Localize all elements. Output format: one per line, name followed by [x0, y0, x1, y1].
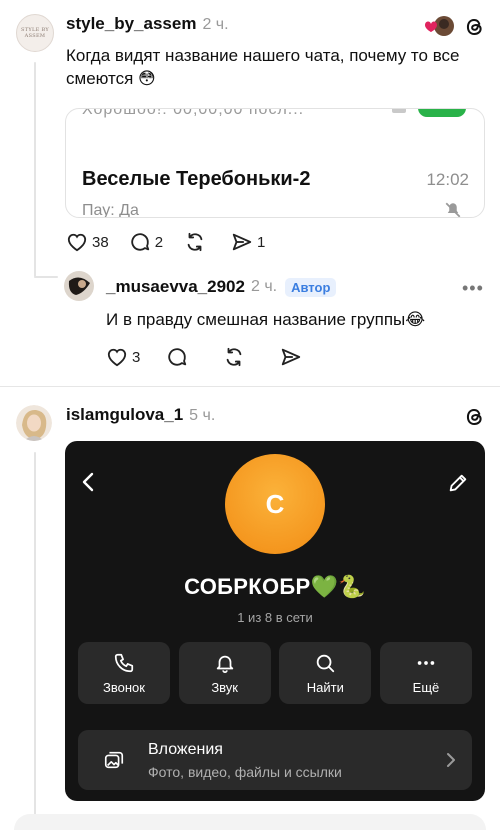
post-time: 5 ч.	[189, 407, 216, 424]
faded-text: Хорошоо!: 00,00,00 посл...	[82, 108, 305, 118]
phone-icon	[114, 653, 134, 672]
attachments-title: Вложения	[148, 741, 223, 758]
group-avatar: С	[225, 454, 325, 554]
group-name: СОБРКОБР💚🐍	[184, 574, 366, 599]
reply-header: _musaevva_2902 2 ч. Автор	[106, 277, 337, 297]
attachments-row: Вложения Фото, видео, файлы и ссылки	[78, 730, 472, 790]
like-count: 3	[132, 348, 141, 366]
share-count: 1	[257, 233, 266, 251]
repost-button[interactable]	[183, 231, 211, 253]
more-options-button[interactable]: •••	[462, 278, 484, 299]
reply-actions: 3	[106, 346, 326, 368]
more-tile: Ещё	[379, 642, 472, 704]
attachments-subtitle: Фото, видео, файлы и ссылки	[148, 764, 342, 780]
reply-username[interactable]: _musaevva_2902	[106, 277, 245, 297]
tile-label: Найти	[306, 679, 344, 695]
search-tile: Найти	[279, 642, 372, 704]
tile-label: Звонок	[103, 679, 145, 695]
reply-button[interactable]	[166, 346, 192, 368]
reply-text: И в правду смешная название группы😂	[106, 310, 426, 329]
more-icon	[417, 660, 435, 665]
next-card-peek	[14, 814, 486, 830]
username[interactable]: style_by_assem	[66, 14, 196, 34]
reply-button[interactable]: 2	[129, 231, 163, 253]
author-badge: Автор	[285, 277, 337, 297]
repost-button[interactable]	[222, 346, 250, 368]
post-text: Когда видят название нашего чата, почему…	[66, 46, 460, 88]
search-icon	[317, 654, 335, 672]
quoted-chat-card[interactable]: Хорошоо!: 00,00,00 посл... Веселые Тереб…	[65, 108, 485, 218]
tile-label: Звук	[211, 679, 238, 695]
avatar[interactable]: STYLE BY ASSEM	[16, 14, 54, 52]
group-avatar-letter: С	[265, 488, 285, 519]
chat-title: Веселые Теребоньки-2	[82, 168, 311, 190]
post-divider	[0, 386, 500, 387]
group-online-count: 1 из 8 в сети	[237, 610, 313, 625]
reply-avatar[interactable]	[64, 271, 94, 301]
avatar-text: STYLE BY ASSEM	[21, 27, 49, 39]
username[interactable]: islamgulova_1	[66, 405, 183, 425]
reply-count: 2	[154, 233, 164, 251]
tile-label: Ещё	[412, 679, 440, 695]
like-count: 38	[92, 233, 109, 251]
liked-by-icon	[422, 15, 456, 37]
threads-logo-icon[interactable]	[464, 406, 485, 428]
post-header: style_by_assem 2 ч.	[66, 14, 229, 34]
share-button[interactable]: 1	[231, 231, 265, 253]
chevron-right-icon	[446, 752, 456, 768]
edit-pencil-icon	[447, 472, 469, 494]
bell-icon	[216, 655, 233, 673]
reply-time: 2 ч.	[250, 278, 278, 295]
threads-logo-icon[interactable]	[464, 16, 485, 38]
share-button[interactable]	[280, 346, 306, 368]
group-action-tiles: Звонок Звук Найти Ещё	[78, 642, 472, 704]
post-time: 2 ч.	[202, 16, 229, 33]
mute-icon	[392, 109, 406, 113]
sound-tile: Звук	[178, 642, 271, 704]
thread-line	[34, 276, 58, 278]
muted-icon	[444, 201, 462, 217]
like-button[interactable]: 38	[66, 232, 109, 252]
chat-time: 12:02	[426, 170, 469, 189]
chat-last-message: Пау: Да	[82, 202, 139, 218]
post-header: islamgulova_1 5 ч.	[66, 405, 215, 425]
back-icon	[81, 471, 95, 493]
call-tile: Звонок	[78, 642, 170, 704]
group-info-screenshot[interactable]: С СОБРКОБР💚🐍 1 из 8 в сети Звонок Звук Н…	[65, 441, 485, 801]
thread-line	[34, 452, 36, 830]
post-actions: 38 2 1	[66, 231, 285, 253]
thread-line	[34, 62, 36, 277]
unread-badge	[418, 109, 466, 117]
avatar[interactable]	[16, 405, 52, 441]
attachments-icon	[102, 749, 126, 771]
like-button[interactable]: 3	[106, 347, 140, 367]
